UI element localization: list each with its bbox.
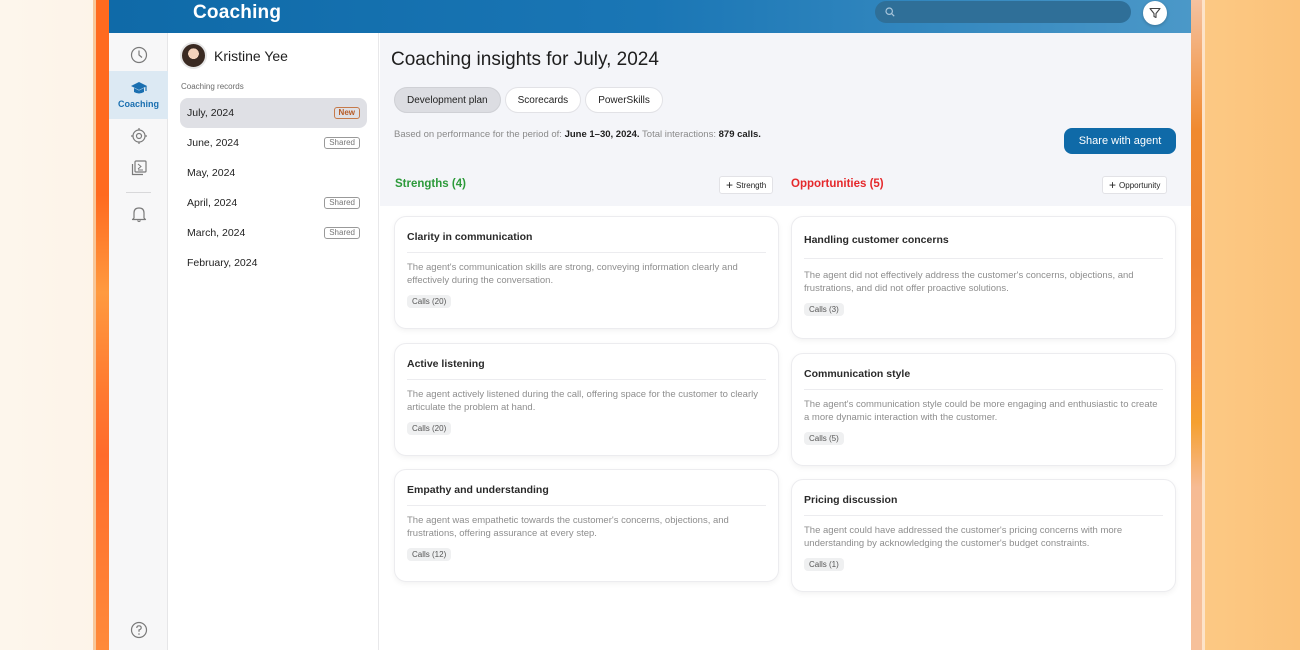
card-title: Empathy and understanding [407,470,766,506]
strength-card[interactable]: Empathy and understanding The agent was … [394,469,779,582]
tab-powerskills[interactable]: PowerSkills [585,87,663,113]
shared-badge: Shared [324,137,360,149]
strength-card[interactable]: Active listening The agent actively list… [394,343,779,456]
calls-chip[interactable]: Calls (5) [804,432,844,445]
record-label: February, 2024 [187,257,258,269]
coaching-records-panel: Kristine Yee Coaching records July, 2024… [168,33,379,650]
record-label: May, 2024 [187,167,236,179]
add-strength-button[interactable]: + Strength [719,176,774,194]
card-description: The agent did not effectively address th… [804,270,1134,294]
calls-chip[interactable]: Calls (3) [804,303,844,316]
plus-icon: + [726,178,734,192]
card-title: Pricing discussion [804,480,1163,516]
records-list: July, 2024 New June, 2024 Shared May, 20… [180,98,367,278]
record-item[interactable]: February, 2024 [180,248,367,278]
rail-item-targets[interactable] [109,121,168,151]
card-title: Clarity in communication [407,217,766,253]
rail-item-notifications[interactable] [109,199,168,229]
device-frame-left [93,0,109,650]
card-description: The agent's communication style could be… [804,399,1158,423]
clock-icon [130,46,147,64]
filter-icon [1149,7,1161,19]
record-label: June, 2024 [187,137,239,149]
interactions-value: 879 calls. [718,129,761,140]
main-header: Coaching insights for July, 2024 Develop… [380,33,1191,206]
media-library-icon [131,160,147,176]
new-badge: New [333,107,360,119]
card-description: The agent was empathetic towards the cus… [407,515,729,539]
agent-name: Kristine Yee [214,47,288,64]
record-item[interactable]: June, 2024 Shared [180,128,367,158]
record-label: March, 2024 [187,227,246,239]
record-item[interactable]: July, 2024 New [180,98,367,128]
rail-item-library[interactable] [109,153,168,183]
add-opportunity-button[interactable]: + Opportunity [1102,176,1168,194]
opportunity-card[interactable]: Communication style The agent's communic… [791,353,1176,466]
search-input[interactable] [875,1,1131,23]
strengths-title: Strengths (4) [395,178,466,190]
record-item[interactable]: May, 2024 [180,158,367,188]
search-icon [885,7,895,17]
tab-scorecards[interactable]: Scorecards [504,87,582,113]
help-icon [130,621,147,639]
page-title: Coaching insights for July, 2024 [391,49,659,70]
rail-divider [126,192,151,193]
shared-badge: Shared [324,197,360,209]
rail-label-coaching: Coaching [117,99,159,109]
calls-chip[interactable]: Calls (20) [407,422,452,435]
calls-chip[interactable]: Calls (20) [407,295,452,308]
nav-rail: Coaching [109,33,168,650]
tab-bar: Development plan Scorecards PowerSkills [394,87,663,113]
rail-item-help[interactable] [109,615,168,645]
period-prefix: Based on performance for the period of: [394,129,562,140]
bell-icon [131,207,146,223]
records-label: Coaching records [181,82,244,91]
card-title: Communication style [804,354,1163,390]
interactions-label: Total interactions: [642,129,716,140]
shared-badge: Shared [324,227,360,239]
add-strength-label: Strength [736,180,767,190]
app-title: Coaching [193,2,282,23]
period-range: June 1–30, 2024. [564,129,640,140]
target-icon [130,128,147,144]
record-label: July, 2024 [187,107,235,119]
plus-icon: + [1109,178,1117,192]
rail-item-coaching[interactable]: Coaching [109,71,168,119]
record-label: April, 2024 [187,197,238,209]
add-opportunity-label: Opportunity [1119,180,1161,190]
period-summary: Based on performance for the period of: … [394,129,761,140]
opportunity-card[interactable]: Pricing discussion The agent could have … [791,479,1176,592]
calls-chip[interactable]: Calls (1) [804,558,844,571]
card-description: The agent could have addressed the custo… [804,525,1123,549]
avatar [180,42,207,69]
graduation-cap-icon [130,82,147,94]
agent-header: Kristine Yee [180,42,288,69]
card-description: The agent actively listened during the c… [407,389,758,413]
filter-button[interactable] [1143,1,1167,25]
share-with-agent-button[interactable]: Share with agent [1064,128,1176,154]
main-content: Coaching insights for July, 2024 Develop… [380,33,1191,650]
opportunities-title: Opportunities (5) [791,178,884,190]
tab-development-plan[interactable]: Development plan [394,87,501,113]
top-bar: Coaching [109,0,1191,33]
device-frame-right [1191,0,1205,650]
record-item[interactable]: April, 2024 Shared [180,188,367,218]
record-item[interactable]: March, 2024 Shared [180,218,367,248]
app-window: Coaching Coaching Kristine Yee Coaching … [109,0,1191,650]
calls-chip[interactable]: Calls (12) [407,548,452,561]
opportunity-card[interactable]: Handling customer concerns The agent did… [791,216,1176,339]
card-title: Handling customer concerns [804,217,1163,259]
rail-item-history[interactable] [109,40,168,70]
strength-card[interactable]: Clarity in communication The agent's com… [394,216,779,329]
card-title: Active listening [407,344,766,380]
card-description: The agent's communication skills are str… [407,262,738,286]
